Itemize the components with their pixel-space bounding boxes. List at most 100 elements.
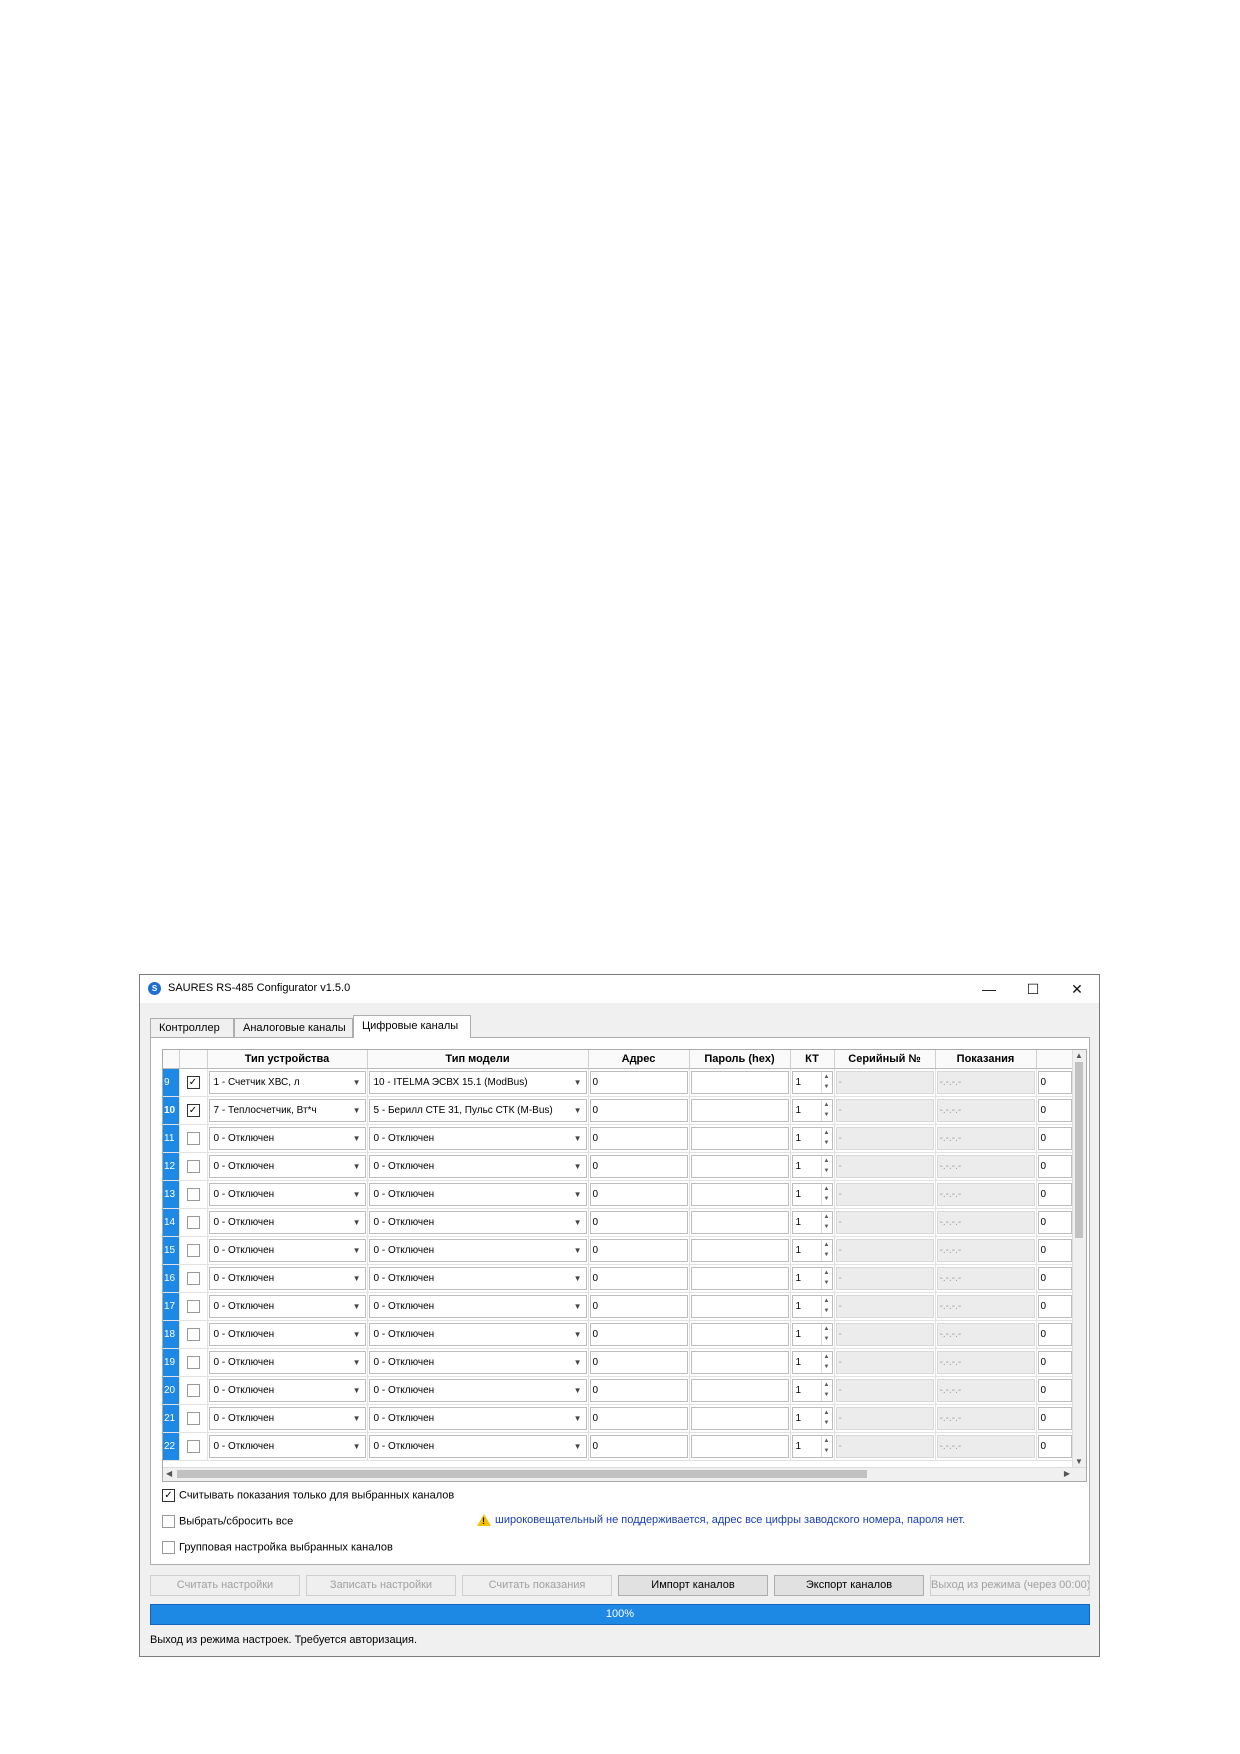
stepper-arrows-icon[interactable]: ▲ ▼ bbox=[820, 1128, 832, 1149]
password-input[interactable] bbox=[690, 1071, 789, 1094]
kt-stepper[interactable]: 1 ▲ ▼ bbox=[791, 1099, 833, 1122]
extra-value[interactable]: 0 bbox=[1037, 1435, 1072, 1458]
stepper-arrows-icon[interactable]: ▲ ▼ bbox=[820, 1156, 832, 1177]
table-row[interactable]: 13 0 - Отключен ▼ 0 - Отключен ▼ 0 1 ▲ ▼ - -.-.-.-… bbox=[163, 1180, 1074, 1209]
address-input[interactable]: 0 bbox=[589, 1155, 688, 1178]
kt-stepper[interactable]: 1 ▲ ▼ bbox=[791, 1127, 833, 1150]
table-row[interactable]: 15 0 - Отключен ▼ 0 - Отключен ▼ 0 1 ▲ ▼ - -.-.-.-… bbox=[163, 1236, 1074, 1265]
model-type-select[interactable]: 10 - ITELMA ЭСВХ 15.1 (ModBus) ▼ bbox=[368, 1071, 587, 1094]
select-all-checkbox[interactable] bbox=[162, 1515, 175, 1528]
address-input[interactable]: 0 bbox=[589, 1211, 688, 1234]
table-row[interactable]: 14 0 - Отключен ▼ 0 - Отключен ▼ 0 1 ▲ ▼ - -.-.-.-… bbox=[163, 1208, 1074, 1237]
scroll-right-icon[interactable]: ▶ bbox=[1064, 1469, 1070, 1478]
device-type-select[interactable]: 0 - Отключен ▼ bbox=[208, 1407, 366, 1430]
address-input[interactable]: 0 bbox=[589, 1351, 688, 1374]
model-type-select[interactable]: 0 - Отключен ▼ bbox=[368, 1435, 587, 1458]
stepper-arrows-icon[interactable]: ▲ ▼ bbox=[820, 1324, 832, 1345]
stepper-arrows-icon[interactable]: ▲ ▼ bbox=[820, 1240, 832, 1261]
model-type-select[interactable]: 0 - Отключен ▼ bbox=[368, 1295, 587, 1318]
kt-stepper[interactable]: 1 ▲ ▼ bbox=[791, 1155, 833, 1178]
device-type-select[interactable]: 0 - Отключен ▼ bbox=[208, 1435, 366, 1458]
password-input[interactable] bbox=[690, 1351, 789, 1374]
kt-stepper[interactable]: 1 ▲ ▼ bbox=[791, 1379, 833, 1402]
group-setup-option[interactable]: Групповая настройка выбранных каналов bbox=[162, 1541, 393, 1554]
password-input[interactable] bbox=[690, 1267, 789, 1290]
kt-stepper[interactable]: 1 ▲ ▼ bbox=[791, 1323, 833, 1346]
model-type-select[interactable]: 0 - Отключен ▼ bbox=[368, 1351, 587, 1374]
row-checkbox[interactable] bbox=[186, 1356, 200, 1369]
device-type-select[interactable]: 1 - Счетчик ХВС, л ▼ bbox=[208, 1071, 366, 1094]
extra-value[interactable]: 0 bbox=[1037, 1071, 1072, 1094]
stepper-arrows-icon[interactable]: ▲ ▼ bbox=[820, 1436, 832, 1457]
model-type-select[interactable]: 0 - Отключен ▼ bbox=[368, 1183, 587, 1206]
stepper-arrows-icon[interactable]: ▲ ▼ bbox=[820, 1296, 832, 1317]
scroll-up-icon[interactable]: ▲ bbox=[1075, 1051, 1083, 1060]
model-type-select[interactable]: 0 - Отключен ▼ bbox=[368, 1323, 587, 1346]
table-row[interactable]: 18 0 - Отключен ▼ 0 - Отключен ▼ 0 1 ▲ ▼ - -.-.-.-… bbox=[163, 1320, 1074, 1349]
kt-stepper[interactable]: 1 ▲ ▼ bbox=[791, 1407, 833, 1430]
password-input[interactable] bbox=[690, 1099, 789, 1122]
address-input[interactable]: 0 bbox=[589, 1323, 688, 1346]
table-row[interactable]: 22 0 - Отключен ▼ 0 - Отключен ▼ 0 1 ▲ ▼ - -.-.-.-… bbox=[163, 1432, 1074, 1461]
table-row[interactable]: 10 ✓ 7 - Теплосчетчик, Вт*ч ▼ 5 - Берилл СТЕ… bbox=[163, 1096, 1074, 1125]
scroll-down-icon[interactable]: ▼ bbox=[1075, 1457, 1083, 1466]
extra-value[interactable]: 0 bbox=[1037, 1323, 1072, 1346]
read-settings-button[interactable]: Считать настройки bbox=[150, 1575, 300, 1596]
kt-stepper[interactable]: 1 ▲ ▼ bbox=[791, 1183, 833, 1206]
device-type-select[interactable]: 0 - Отключен ▼ bbox=[208, 1267, 366, 1290]
col-header-kt[interactable]: КТ bbox=[790, 1050, 835, 1069]
col-header-address[interactable]: Адрес bbox=[588, 1050, 690, 1069]
stepper-arrows-icon[interactable]: ▲ ▼ bbox=[820, 1072, 832, 1093]
table-row[interactable]: 12 0 - Отключен ▼ 0 - Отключен ▼ 0 1 ▲ ▼ - -.-.-.-… bbox=[163, 1152, 1074, 1181]
kt-stepper[interactable]: 1 ▲ ▼ bbox=[791, 1351, 833, 1374]
tab-controller[interactable]: Контроллер bbox=[150, 1018, 234, 1037]
device-type-select[interactable]: 0 - Отключен ▼ bbox=[208, 1295, 366, 1318]
table-row[interactable]: 19 0 - Отключен ▼ 0 - Отключен ▼ 0 1 ▲ ▼ - -.-.-.-… bbox=[163, 1348, 1074, 1377]
extra-value[interactable]: 0 bbox=[1037, 1183, 1072, 1206]
select-all-option[interactable]: Выбрать/сбросить все bbox=[162, 1515, 293, 1528]
table-row[interactable]: 16 0 - Отключен ▼ 0 - Отключен ▼ 0 1 ▲ ▼ - -.-.-.-… bbox=[163, 1264, 1074, 1293]
model-type-select[interactable]: 0 - Отключен ▼ bbox=[368, 1211, 587, 1234]
table-row[interactable]: 11 0 - Отключен ▼ 0 - Отключен ▼ 0 1 ▲ ▼ - -.-.-.-… bbox=[163, 1124, 1074, 1153]
password-input[interactable] bbox=[690, 1183, 789, 1206]
kt-stepper[interactable]: 1 ▲ ▼ bbox=[791, 1071, 833, 1094]
export-channels-button[interactable]: Экспорт каналов bbox=[774, 1575, 924, 1596]
extra-value[interactable]: 0 bbox=[1037, 1127, 1072, 1150]
col-header-model-type[interactable]: Тип модели bbox=[367, 1050, 589, 1069]
row-checkbox[interactable] bbox=[186, 1384, 200, 1397]
minimize-button[interactable]: — bbox=[967, 975, 1011, 1003]
address-input[interactable]: 0 bbox=[589, 1435, 688, 1458]
extra-value[interactable]: 0 bbox=[1037, 1351, 1072, 1374]
extra-value[interactable]: 0 bbox=[1037, 1099, 1072, 1122]
device-type-select[interactable]: 0 - Отключен ▼ bbox=[208, 1323, 366, 1346]
password-input[interactable] bbox=[690, 1323, 789, 1346]
row-checkbox[interactable]: ✓ bbox=[186, 1076, 200, 1089]
scrollbar-thumb[interactable] bbox=[1075, 1062, 1083, 1238]
stepper-arrows-icon[interactable]: ▲ ▼ bbox=[820, 1100, 832, 1121]
password-input[interactable] bbox=[690, 1127, 789, 1150]
write-settings-button[interactable]: Записать настройки bbox=[306, 1575, 456, 1596]
row-checkbox[interactable] bbox=[186, 1328, 200, 1341]
password-input[interactable] bbox=[690, 1239, 789, 1262]
row-checkbox[interactable] bbox=[186, 1216, 200, 1229]
horizontal-scrollbar[interactable]: ◀ ▶ bbox=[163, 1467, 1086, 1481]
stepper-arrows-icon[interactable]: ▲ ▼ bbox=[820, 1184, 832, 1205]
kt-stepper[interactable]: 1 ▲ ▼ bbox=[791, 1211, 833, 1234]
address-input[interactable]: 0 bbox=[589, 1379, 688, 1402]
col-header-readings[interactable]: Показания bbox=[935, 1050, 1037, 1069]
model-type-select[interactable]: 5 - Берилл СТЕ 31, Пульс СТК (M-Bus) ▼ bbox=[368, 1099, 587, 1122]
row-checkbox[interactable] bbox=[186, 1160, 200, 1173]
address-input[interactable]: 0 bbox=[589, 1099, 688, 1122]
extra-value[interactable]: 0 bbox=[1037, 1155, 1072, 1178]
stepper-arrows-icon[interactable]: ▲ ▼ bbox=[820, 1380, 832, 1401]
row-checkbox[interactable] bbox=[186, 1188, 200, 1201]
password-input[interactable] bbox=[690, 1295, 789, 1318]
maximize-button[interactable]: ☐ bbox=[1011, 975, 1055, 1003]
address-input[interactable]: 0 bbox=[589, 1071, 688, 1094]
password-input[interactable] bbox=[690, 1211, 789, 1234]
row-checkbox[interactable] bbox=[186, 1244, 200, 1257]
read-selected-checkbox[interactable]: ✓ bbox=[162, 1489, 175, 1502]
device-type-select[interactable]: 0 - Отключен ▼ bbox=[208, 1127, 366, 1150]
row-checkbox[interactable]: ✓ bbox=[186, 1104, 200, 1117]
table-row[interactable]: 20 0 - Отключен ▼ 0 - Отключен ▼ 0 1 ▲ ▼ - -.-.-.-… bbox=[163, 1376, 1074, 1405]
